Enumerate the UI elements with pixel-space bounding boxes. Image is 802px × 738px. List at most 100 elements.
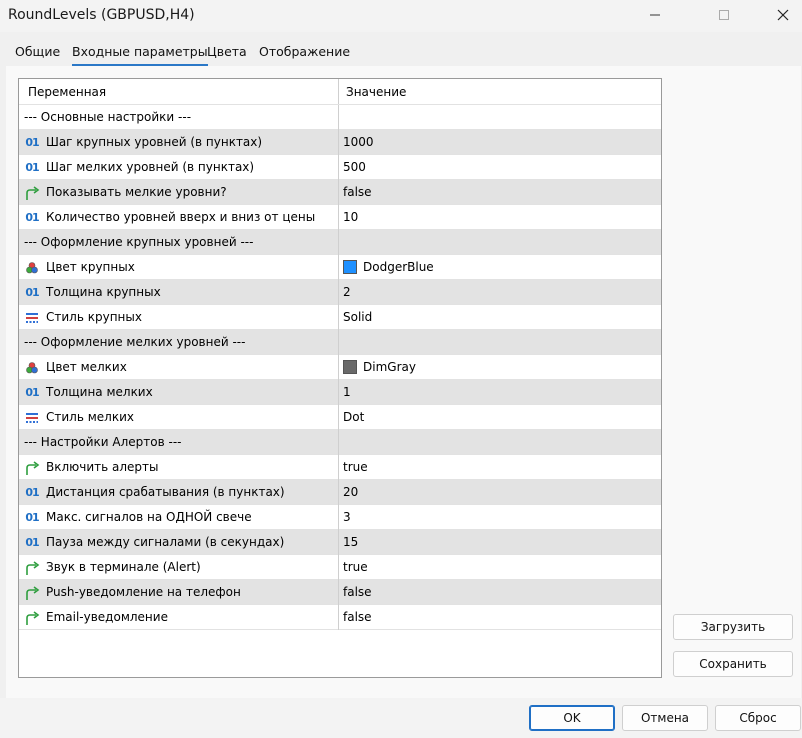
parameter-name-cell: 01 Толщина мелких: [19, 380, 339, 405]
ok-button[interactable]: OK: [529, 705, 615, 731]
parameter-value-cell[interactable]: 2: [339, 280, 661, 305]
parameter-row[interactable]: Стиль мелких Dot: [19, 405, 661, 430]
parameter-name-cell: Email-уведомление: [19, 605, 339, 630]
tab-bar: Общие Входные параметры Цвета Отображени…: [0, 34, 802, 66]
parameter-row[interactable]: Email-уведомление false: [19, 605, 661, 630]
int-icon: 01: [25, 386, 39, 399]
parameter-name-cell: 01 Макс. сигналов на ОДНОЙ свече: [19, 505, 339, 530]
parameter-value-cell[interactable]: 1: [339, 380, 661, 405]
parameter-value-cell[interactable]: true: [339, 555, 661, 580]
parameter-label: Макс. сигналов на ОДНОЙ свече: [46, 510, 252, 524]
parameter-name-cell: 01 Толщина крупных: [19, 280, 339, 305]
parameter-label: Количество уровней вверх и вниз от цены: [46, 210, 316, 224]
parameter-row[interactable]: Стиль крупных Solid: [19, 305, 661, 330]
tab-input-parameters[interactable]: Входные параметры: [72, 44, 208, 66]
bool-arrow-icon: [24, 605, 40, 630]
parameter-label: Показывать мелкие уровни?: [46, 185, 227, 199]
parameter-label: Толщина мелких: [46, 385, 153, 399]
cancel-button[interactable]: Отмена: [622, 705, 708, 731]
parameter-value-cell[interactable]: 20: [339, 480, 661, 505]
parameter-label: Звук в терминале (Alert): [46, 560, 201, 574]
parameter-name-cell: Цвет крупных: [19, 255, 339, 280]
int-icon: 01: [25, 536, 39, 549]
parameter-value: true: [343, 560, 368, 574]
parameter-value: true: [343, 460, 368, 474]
parameter-label: Шаг мелких уровней (в пунктах): [46, 160, 255, 174]
parameter-label: Цвет мелких: [46, 360, 127, 374]
parameter-value-cell[interactable]: 10: [339, 205, 661, 230]
parameter-row[interactable]: 01 Толщина крупных 2: [19, 280, 661, 305]
parameter-row[interactable]: Звук в терминале (Alert) true: [19, 555, 661, 580]
parameter-name-cell: 01 Дистанция срабатывания (в пунктах): [19, 480, 339, 505]
close-button[interactable]: [760, 0, 802, 30]
parameter-value-cell[interactable]: DodgerBlue: [339, 255, 661, 280]
maximize-button[interactable]: [701, 0, 747, 30]
parameter-row[interactable]: 01 Шаг крупных уровней (в пунктах) 1000: [19, 130, 661, 155]
parameter-name-cell: 01 Пауза между сигналами (в секундах): [19, 530, 339, 555]
parameter-value-cell[interactable]: false: [339, 605, 661, 630]
bool-arrow-icon: [24, 455, 40, 480]
parameter-row[interactable]: 01 Количество уровней вверх и вниз от цен…: [19, 205, 661, 230]
parameter-value-cell[interactable]: false: [339, 180, 661, 205]
parameter-value: 500: [343, 160, 366, 174]
parameter-row[interactable]: 01 Дистанция срабатывания (в пунктах) 20: [19, 480, 661, 505]
reset-button[interactable]: Сброс: [715, 705, 801, 731]
parameter-value: Dot: [343, 410, 365, 424]
parameter-name-cell: Стиль крупных: [19, 305, 339, 330]
parameter-value-cell[interactable]: 500: [339, 155, 661, 180]
parameter-row[interactable]: 01 Макс. сигналов на ОДНОЙ свече 3: [19, 505, 661, 530]
line-style-icon: [24, 405, 40, 430]
int-icon: 01: [25, 286, 39, 299]
parameter-label: Дистанция срабатывания (в пунктах): [46, 485, 285, 499]
parameter-row[interactable]: Цвет мелких DimGray: [19, 355, 661, 380]
parameter-value-cell[interactable]: Dot: [339, 405, 661, 430]
section-row[interactable]: --- Основные настройки ---: [19, 105, 661, 130]
parameter-value-cell[interactable]: false: [339, 580, 661, 605]
parameter-value-cell[interactable]: 15: [339, 530, 661, 555]
load-button[interactable]: Загрузить: [673, 614, 793, 640]
parameter-value: Solid: [343, 310, 373, 324]
parameter-name-cell: 01 Шаг крупных уровней (в пунктах): [19, 130, 339, 155]
int-icon: 01: [25, 161, 39, 174]
section-row[interactable]: --- Оформление крупных уровней ---: [19, 230, 661, 255]
parameter-row[interactable]: Push-уведомление на телефон false: [19, 580, 661, 605]
parameter-value-cell[interactable]: 1000: [339, 130, 661, 155]
parameter-name-cell: --- Оформление мелких уровней ---: [19, 330, 339, 355]
parameter-value-cell[interactable]: Solid: [339, 305, 661, 330]
color-palette-icon: [24, 355, 40, 380]
tab-general[interactable]: Общие: [15, 44, 60, 59]
parameter-value: 2: [343, 285, 351, 299]
section-label: --- Настройки Алертов ---: [24, 435, 182, 449]
parameter-value-cell[interactable]: DimGray: [339, 355, 661, 380]
parameter-value: false: [343, 585, 372, 599]
parameter-row[interactable]: Включить алерты true: [19, 455, 661, 480]
parameter-value-cell[interactable]: 3: [339, 505, 661, 530]
window-title: RoundLevels (GBPUSD,H4): [8, 7, 195, 23]
parameter-label: Email-уведомление: [46, 610, 168, 624]
parameter-row[interactable]: Показывать мелкие уровни? false: [19, 180, 661, 205]
tab-display[interactable]: Отображение: [259, 44, 350, 59]
parameter-value: DimGray: [363, 360, 416, 374]
parameter-value-cell: [339, 330, 661, 355]
section-row[interactable]: --- Оформление мелких уровней ---: [19, 330, 661, 355]
section-label: --- Оформление мелких уровней ---: [24, 335, 246, 349]
save-button[interactable]: Сохранить: [673, 651, 793, 677]
section-row[interactable]: --- Настройки Алертов ---: [19, 430, 661, 455]
column-header-variable[interactable]: Переменная: [19, 79, 339, 104]
parameter-label: Стиль крупных: [46, 310, 142, 324]
parameter-value-cell[interactable]: true: [339, 455, 661, 480]
tab-colors[interactable]: Цвета: [207, 44, 247, 59]
parameter-value-cell: [339, 430, 661, 455]
parameter-row[interactable]: Цвет крупных DodgerBlue: [19, 255, 661, 280]
int-icon: 01: [25, 511, 39, 524]
int-icon: 01: [25, 211, 39, 224]
parameter-label: Пауза между сигналами (в секундах): [46, 535, 285, 549]
parameter-value: 10: [343, 210, 359, 224]
parameter-value-cell: [339, 230, 661, 255]
parameter-row[interactable]: 01 Шаг мелких уровней (в пунктах) 500: [19, 155, 661, 180]
parameter-row[interactable]: 01 Пауза между сигналами (в секундах) 15: [19, 530, 661, 555]
parameter-row[interactable]: 01 Толщина мелких 1: [19, 380, 661, 405]
parameter-label: Шаг крупных уровней (в пунктах): [46, 135, 263, 149]
column-header-value[interactable]: Значение: [339, 79, 661, 104]
minimize-button[interactable]: [632, 0, 678, 30]
